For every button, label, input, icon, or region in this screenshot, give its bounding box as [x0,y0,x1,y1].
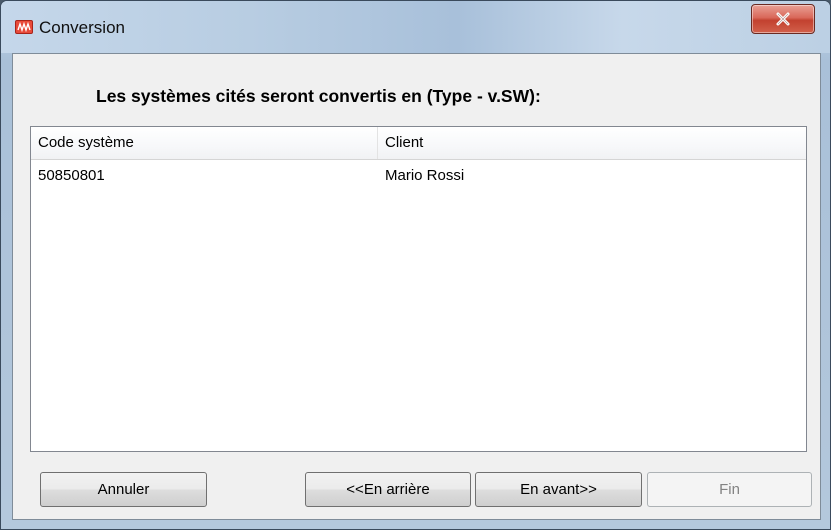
cell-system-code: 50850801 [38,167,105,184]
cell-client: Mario Rossi [385,167,465,184]
finish-button[interactable]: Fin [647,472,812,507]
close-icon [776,12,790,26]
conversion-dialog: Conversion Les systèmes cités seront con… [0,0,831,530]
back-button[interactable]: <<En arrière [305,472,471,507]
table-row[interactable]: 50850801 Mario Rossi [31,160,806,192]
app-logo-icon [15,20,33,34]
next-button[interactable]: En avant>> [475,472,642,507]
column-header-code[interactable]: Code système [31,127,378,159]
window-title: Conversion [39,18,125,37]
systems-list[interactable]: Code système Client 50850801 Mario Rossi [30,126,807,452]
close-button[interactable] [751,4,815,34]
title-bar[interactable]: Conversion [1,1,830,53]
dialog-body: Les systèmes cités seront convertis en (… [12,53,821,520]
column-header-client[interactable]: Client [378,127,798,159]
instruction-heading: Les systèmes cités seront convertis en (… [96,86,541,106]
cancel-button[interactable]: Annuler [40,472,207,507]
list-header: Code système Client [31,127,806,160]
